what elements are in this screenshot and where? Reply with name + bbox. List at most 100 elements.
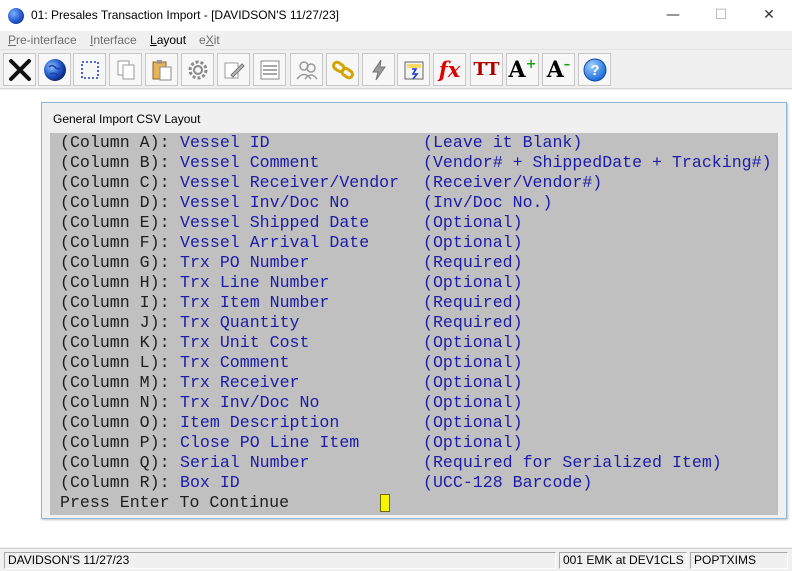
- minimize-button[interactable]: —: [650, 0, 696, 31]
- close-window-button[interactable]: ✕: [746, 0, 792, 31]
- status-company: DAVIDSON'S 11/27/23: [4, 552, 556, 569]
- column-label: (Column O):: [60, 413, 170, 432]
- field-name: Vessel Shipped Date: [180, 213, 370, 232]
- field-name: Vessel Arrival Date: [180, 233, 370, 252]
- field-name: Vessel ID: [180, 133, 270, 152]
- field-note: (Optional): [423, 353, 523, 372]
- settings-toolbar-button[interactable]: [181, 53, 214, 86]
- status-bar: DAVIDSON'S 11/27/23 001 EMK at DEV1CLS P…: [0, 548, 792, 571]
- status-user: 001 EMK at DEV1CLS: [559, 552, 687, 569]
- menu-interface[interactable]: Interface: [90, 33, 137, 47]
- field-name: Item Description: [180, 413, 340, 432]
- text-cursor[interactable]: [380, 494, 390, 512]
- field-note: (Optional): [423, 233, 523, 252]
- field-name: Vessel Receiver/Vendor: [180, 173, 400, 192]
- svg-text:?: ?: [590, 62, 599, 79]
- status-program: POPTXIMS: [690, 552, 788, 569]
- font-decrease-icon[interactable]: A –: [542, 53, 575, 86]
- close-toolbar-button[interactable]: [3, 53, 36, 86]
- title-bar: 01: Presales Transaction Import - [DAVID…: [0, 0, 792, 31]
- field-note: (Optional): [423, 273, 523, 292]
- column-label: (Column R):: [60, 473, 170, 492]
- paste-icon: [152, 59, 171, 80]
- column-label: (Column Q):: [60, 453, 170, 472]
- chain-link-icon: [331, 60, 354, 79]
- field-note: (Optional): [423, 373, 523, 392]
- edit-pencil-icon: [224, 62, 245, 78]
- lightning-icon: [371, 59, 386, 80]
- close-x-icon: [8, 58, 31, 81]
- column-label: (Column P):: [60, 433, 170, 452]
- field-note: (Vendor# + ShippedDate + Tracking#): [423, 153, 772, 172]
- function-fx-icon[interactable]: fx: [433, 53, 466, 86]
- csv-layout-dialog: General Import CSV Layout (Column A): Ves…: [41, 102, 787, 519]
- field-note: (Optional): [423, 393, 523, 412]
- calculator-icon: [404, 61, 423, 79]
- globe-toolbar-button[interactable]: [38, 53, 71, 86]
- column-label: (Column N):: [60, 393, 170, 412]
- column-label: (Column A):: [60, 133, 170, 152]
- link-toolbar-button[interactable]: [326, 53, 359, 86]
- field-note: (Required): [423, 293, 523, 312]
- field-note: (Optional): [423, 413, 523, 432]
- font-increase-icon[interactable]: A +: [506, 53, 539, 86]
- column-label: (Column K):: [60, 333, 170, 352]
- minus-icon: –: [563, 57, 571, 72]
- field-name: Trx Inv/Doc No: [180, 393, 320, 412]
- field-name: Vessel Comment: [180, 153, 320, 172]
- copy-icon: [117, 60, 134, 79]
- list-toolbar-button[interactable]: [253, 53, 286, 86]
- field-name: Trx Receiver: [180, 373, 300, 392]
- plus-icon: +: [525, 57, 537, 72]
- field-name: Trx Comment: [180, 353, 290, 372]
- field-note: (Receiver/Vendor#): [423, 173, 603, 192]
- users-icon: [295, 60, 318, 79]
- field-name: Vessel Inv/Doc No: [180, 193, 350, 212]
- column-label: (Column J):: [60, 313, 170, 332]
- field-note: (Optional): [423, 333, 523, 352]
- column-label: (Column M):: [60, 373, 170, 392]
- field-note: (Inv/Doc No.): [423, 193, 553, 212]
- menu-bar: Pre-interface Interface Layout eXit: [0, 31, 792, 50]
- field-name: Trx PO Number: [180, 253, 310, 272]
- column-label: (Column H):: [60, 273, 170, 292]
- field-note: (UCC-128 Barcode): [423, 473, 593, 492]
- column-label: (Column G):: [60, 253, 170, 272]
- users-toolbar-button[interactable]: [290, 53, 323, 86]
- dialog-title: General Import CSV Layout: [53, 112, 201, 126]
- select-toolbar-button[interactable]: [73, 53, 106, 86]
- maximize-button[interactable]: ☐: [698, 0, 744, 31]
- field-note: (Optional): [423, 213, 523, 232]
- field-note: (Leave it Blank): [423, 133, 583, 152]
- field-name: Trx Quantity: [180, 313, 300, 332]
- settings-gear-icon: [188, 60, 207, 79]
- terminal-screen: (Column A): Vessel ID (Leave it Blank) (Col…: [50, 133, 778, 515]
- menu-pre-interface[interactable]: Pre-interface: [8, 33, 77, 47]
- field-name: Trx Line Number: [180, 273, 330, 292]
- column-label: (Column I):: [60, 293, 170, 312]
- calculator-toolbar-button[interactable]: [397, 53, 430, 86]
- menu-exit[interactable]: eXit: [199, 33, 220, 47]
- field-name: Trx Unit Cost: [180, 333, 310, 352]
- column-label: (Column L):: [60, 353, 170, 372]
- copy-toolbar-button[interactable]: [109, 53, 142, 86]
- column-label: (Column C):: [60, 173, 170, 192]
- field-note: (Optional): [423, 433, 523, 452]
- field-name: Trx Item Number: [180, 293, 330, 312]
- field-note: (Required): [423, 253, 523, 272]
- font-size-icon[interactable]: TT: [470, 53, 503, 86]
- select-dotted-icon: [80, 60, 99, 79]
- help-icon: ?: [583, 58, 606, 81]
- toolbar: fx TT A + A – ?: [0, 51, 792, 89]
- lightning-toolbar-button[interactable]: [362, 53, 395, 86]
- edit-toolbar-button[interactable]: [217, 53, 250, 86]
- paste-toolbar-button[interactable]: [145, 53, 178, 86]
- menu-layout[interactable]: Layout: [150, 33, 186, 47]
- app-globe-icon: [8, 8, 24, 24]
- field-name: Serial Number: [180, 453, 310, 472]
- globe-icon: [43, 58, 66, 81]
- field-name: Box ID: [180, 473, 240, 492]
- help-toolbar-button[interactable]: ?: [578, 53, 611, 86]
- column-label: (Column B):: [60, 153, 170, 172]
- window-title: 01: Presales Transaction Import - [DAVID…: [31, 8, 339, 22]
